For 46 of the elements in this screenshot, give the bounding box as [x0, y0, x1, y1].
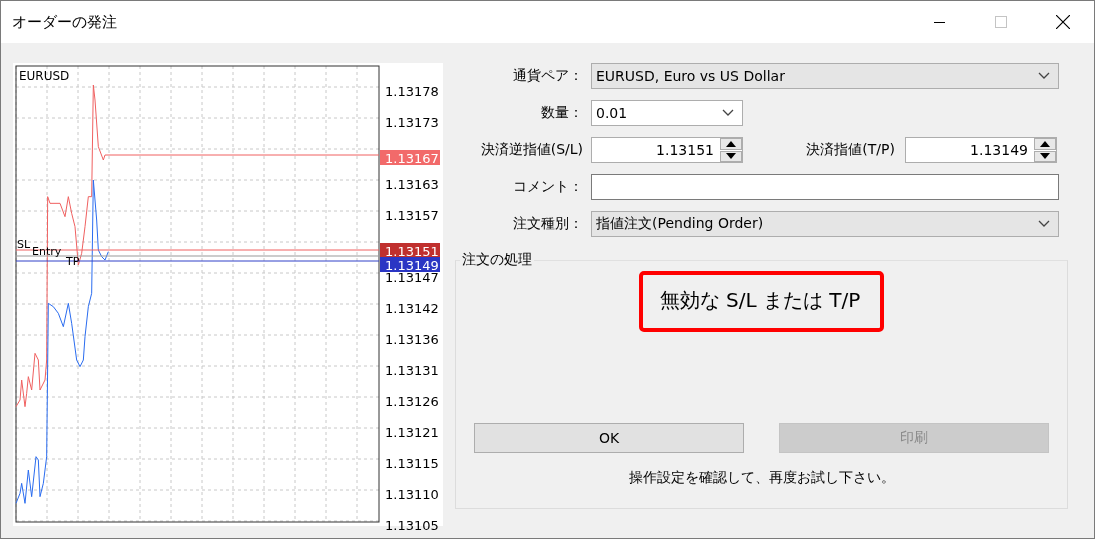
price-axis-label: 1.13157 — [385, 208, 439, 223]
minimize-icon — [933, 21, 945, 23]
dialog-button[interactable]: OK — [474, 423, 744, 453]
price-axis-label: 1.13115 — [385, 456, 439, 471]
price-axis-label: 1.13178 — [385, 84, 439, 99]
stop-loss-spinbox[interactable]: 1.13151 — [591, 137, 743, 163]
maximize-icon — [995, 16, 1007, 28]
price-axis-label: 1.13142 — [385, 301, 439, 316]
chevron-down-icon[interactable] — [1038, 220, 1050, 228]
price-tag: 1.13149 — [380, 257, 440, 273]
spin-up-icon[interactable] — [720, 138, 742, 150]
combo-box[interactable]: 0.01 — [591, 100, 743, 126]
chevron-down-icon[interactable] — [1038, 72, 1050, 80]
close-icon — [1056, 15, 1070, 29]
spin-up-icon[interactable] — [1034, 138, 1056, 150]
error-message: 無効な S/L または T/P — [638, 271, 885, 332]
spin-down-icon[interactable] — [720, 150, 742, 162]
spin-down-icon[interactable] — [1034, 150, 1056, 162]
price-axis-label: 1.13105 — [385, 518, 439, 531]
dropdown[interactable]: 指値注文(Pending Order) — [591, 211, 1059, 237]
price-axis-label: 1.13163 — [385, 177, 439, 192]
price-tag: 1.13167 — [380, 150, 440, 166]
price-axis-label: 1.13173 — [385, 115, 439, 130]
chevron-down-icon[interactable] — [722, 109, 734, 117]
level-line-label: TP — [66, 255, 80, 268]
level-line-label: SL — [17, 238, 31, 251]
price-axis-label: 1.13126 — [385, 394, 439, 409]
symbol-label: EURUSD — [19, 69, 70, 83]
field-label: 注文種別： — [512, 215, 584, 233]
price-axis-label: 1.13110 — [385, 487, 439, 502]
window-title: オーダーの発注 — [12, 12, 118, 32]
take-profit-spinbox[interactable]: 1.13149 — [905, 137, 1057, 163]
price-axis-label: 1.13136 — [385, 332, 439, 347]
field-label: 数量： — [540, 104, 584, 122]
price-axis-label: 1.13147 — [385, 270, 439, 285]
price-axis-label: 1.13131 — [385, 363, 439, 378]
instruction-text: 操作設定を確認して、再度お試し下さい。 — [628, 469, 895, 487]
dropdown[interactable]: EURUSD, Euro vs US Dollar — [591, 63, 1059, 89]
field-label: 決済指値(T/P) — [805, 141, 896, 159]
comment-field[interactable] — [591, 174, 1059, 200]
group-title: 注文の処理 — [461, 251, 533, 269]
field-label: コメント： — [512, 178, 584, 196]
price-axis-label: 1.13121 — [385, 425, 439, 440]
level-line-label: Entry — [32, 245, 62, 258]
field-label: 通貨ペア： — [512, 67, 584, 85]
field-label: 決済逆指値(S/L) — [479, 141, 584, 159]
